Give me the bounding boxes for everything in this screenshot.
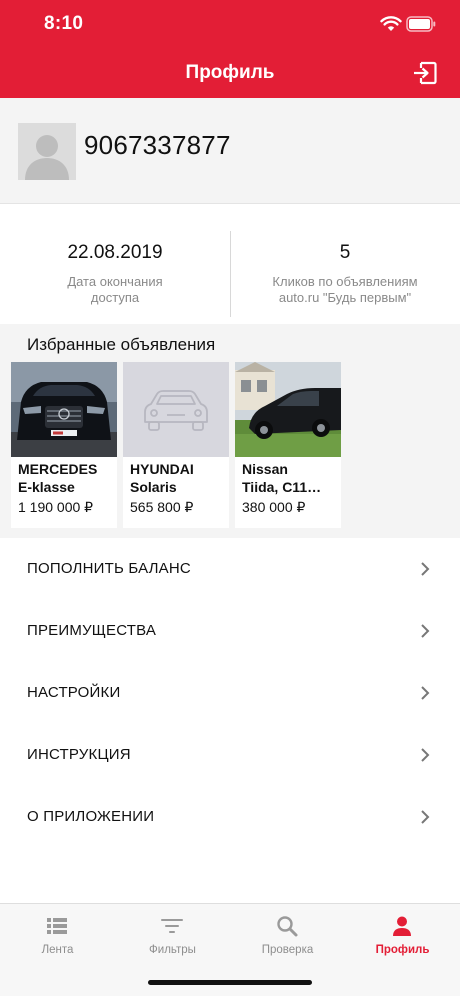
chevron-right-icon: [421, 562, 430, 576]
car-placeholder-icon: [123, 362, 229, 457]
favorite-price: 380 000 ₽: [242, 499, 306, 515]
status-time: 8:10: [44, 13, 84, 34]
status-bar: 8:10: [0, 0, 460, 50]
filter-icon: [161, 919, 183, 933]
profile-stats: 22.08.2019 Дата окончания доступа 5 Клик…: [0, 204, 460, 324]
tab-label: Проверка: [261, 944, 314, 956]
stat-access-end: 22.08.2019 Дата окончания доступа: [0, 204, 230, 324]
home-indicator: [148, 980, 312, 985]
stat-label: Дата окончания доступа: [0, 274, 230, 306]
menu-item-label: ИНСТРУКЦИЯ: [27, 746, 131, 763]
favorite-card[interactable]: MERCEDES E-klasse 1 190 000 ₽: [11, 362, 117, 528]
avatar[interactable]: [18, 123, 76, 180]
menu-item-top-up-balance[interactable]: ПОПОЛНИТЬ БАЛАНС: [0, 538, 460, 600]
stat-value: 22.08.2019: [67, 242, 163, 263]
favorite-price: 1 190 000 ₽: [18, 499, 94, 515]
mercedes-photo: [11, 362, 117, 457]
chevron-right-icon: [421, 748, 430, 762]
menu-item-label: О ПРИЛОЖЕНИИ: [27, 808, 155, 825]
favorite-name: Nissan Tiida, C11…: [242, 461, 322, 495]
chevron-right-icon: [421, 810, 430, 824]
search-icon: [277, 916, 298, 937]
menu-item-settings[interactable]: НАСТРОЙКИ: [0, 662, 460, 724]
tab-feed[interactable]: Лента: [0, 904, 115, 966]
favorite-name: MERCEDES E-klasse: [18, 461, 98, 495]
menu-item-instructions[interactable]: ИНСТРУКЦИЯ: [0, 724, 460, 786]
stat-label-line: доступа: [90, 290, 140, 305]
nissan-photo: [235, 362, 341, 457]
favorites-section: Избранные объявления MERCEDES E-klasse 1…: [0, 324, 460, 538]
favorite-price: 565 800 ₽: [130, 499, 194, 515]
profile-menu: ПОПОЛНИТЬ БАЛАНС ПРЕИМУЩЕСТВА НАСТРОЙКИ …: [0, 538, 460, 848]
stat-clicks: 5 Кликов по объявлениям auto.ru "Будь пе…: [230, 204, 460, 324]
navigation-bar: Профиль: [0, 50, 460, 98]
menu-item-advantages[interactable]: ПРЕИМУЩЕСТВА: [0, 600, 460, 662]
tab-check[interactable]: Проверка: [230, 904, 345, 966]
battery-icon: [406, 16, 436, 32]
tab-label: Профиль: [375, 944, 430, 956]
profile-header: 9067337877: [0, 98, 460, 204]
tab-filters[interactable]: Фильтры: [115, 904, 230, 966]
user-icon: [393, 916, 411, 936]
wifi-icon: [380, 16, 402, 31]
stat-label-line: auto.ru "Будь первым": [278, 290, 412, 305]
stat-label-line: Дата окончания: [67, 274, 163, 289]
stat-value: 5: [339, 242, 351, 263]
menu-item-about[interactable]: О ПРИЛОЖЕНИИ: [0, 786, 460, 848]
stat-label-line: Кликов по объявлениям: [272, 274, 418, 289]
menu-item-label: НАСТРОЙКИ: [27, 684, 121, 701]
user-placeholder-icon: [18, 123, 76, 180]
profile-phone: 9067337877: [84, 130, 231, 160]
chevron-right-icon: [421, 686, 430, 700]
chevron-right-icon: [421, 624, 430, 638]
tab-profile[interactable]: Профиль: [345, 904, 460, 966]
logout-icon[interactable]: [412, 60, 438, 86]
favorite-name: HYUNDAI Solaris: [130, 461, 194, 495]
favorites-title: Избранные объявления: [27, 335, 216, 354]
stat-label: Кликов по объявлениям auto.ru "Будь перв…: [230, 274, 460, 306]
page-title: Профиль: [185, 62, 275, 83]
menu-item-label: ПРЕИМУЩЕСТВА: [27, 622, 157, 639]
favorite-card[interactable]: Nissan Tiida, C11… 380 000 ₽: [235, 362, 341, 528]
tab-label: Лента: [41, 944, 74, 956]
menu-item-label: ПОПОЛНИТЬ БАЛАНС: [27, 560, 191, 577]
tab-label: Фильтры: [149, 944, 196, 956]
favorite-card[interactable]: HYUNDAI Solaris 565 800 ₽: [123, 362, 229, 528]
list-icon: [47, 918, 67, 934]
